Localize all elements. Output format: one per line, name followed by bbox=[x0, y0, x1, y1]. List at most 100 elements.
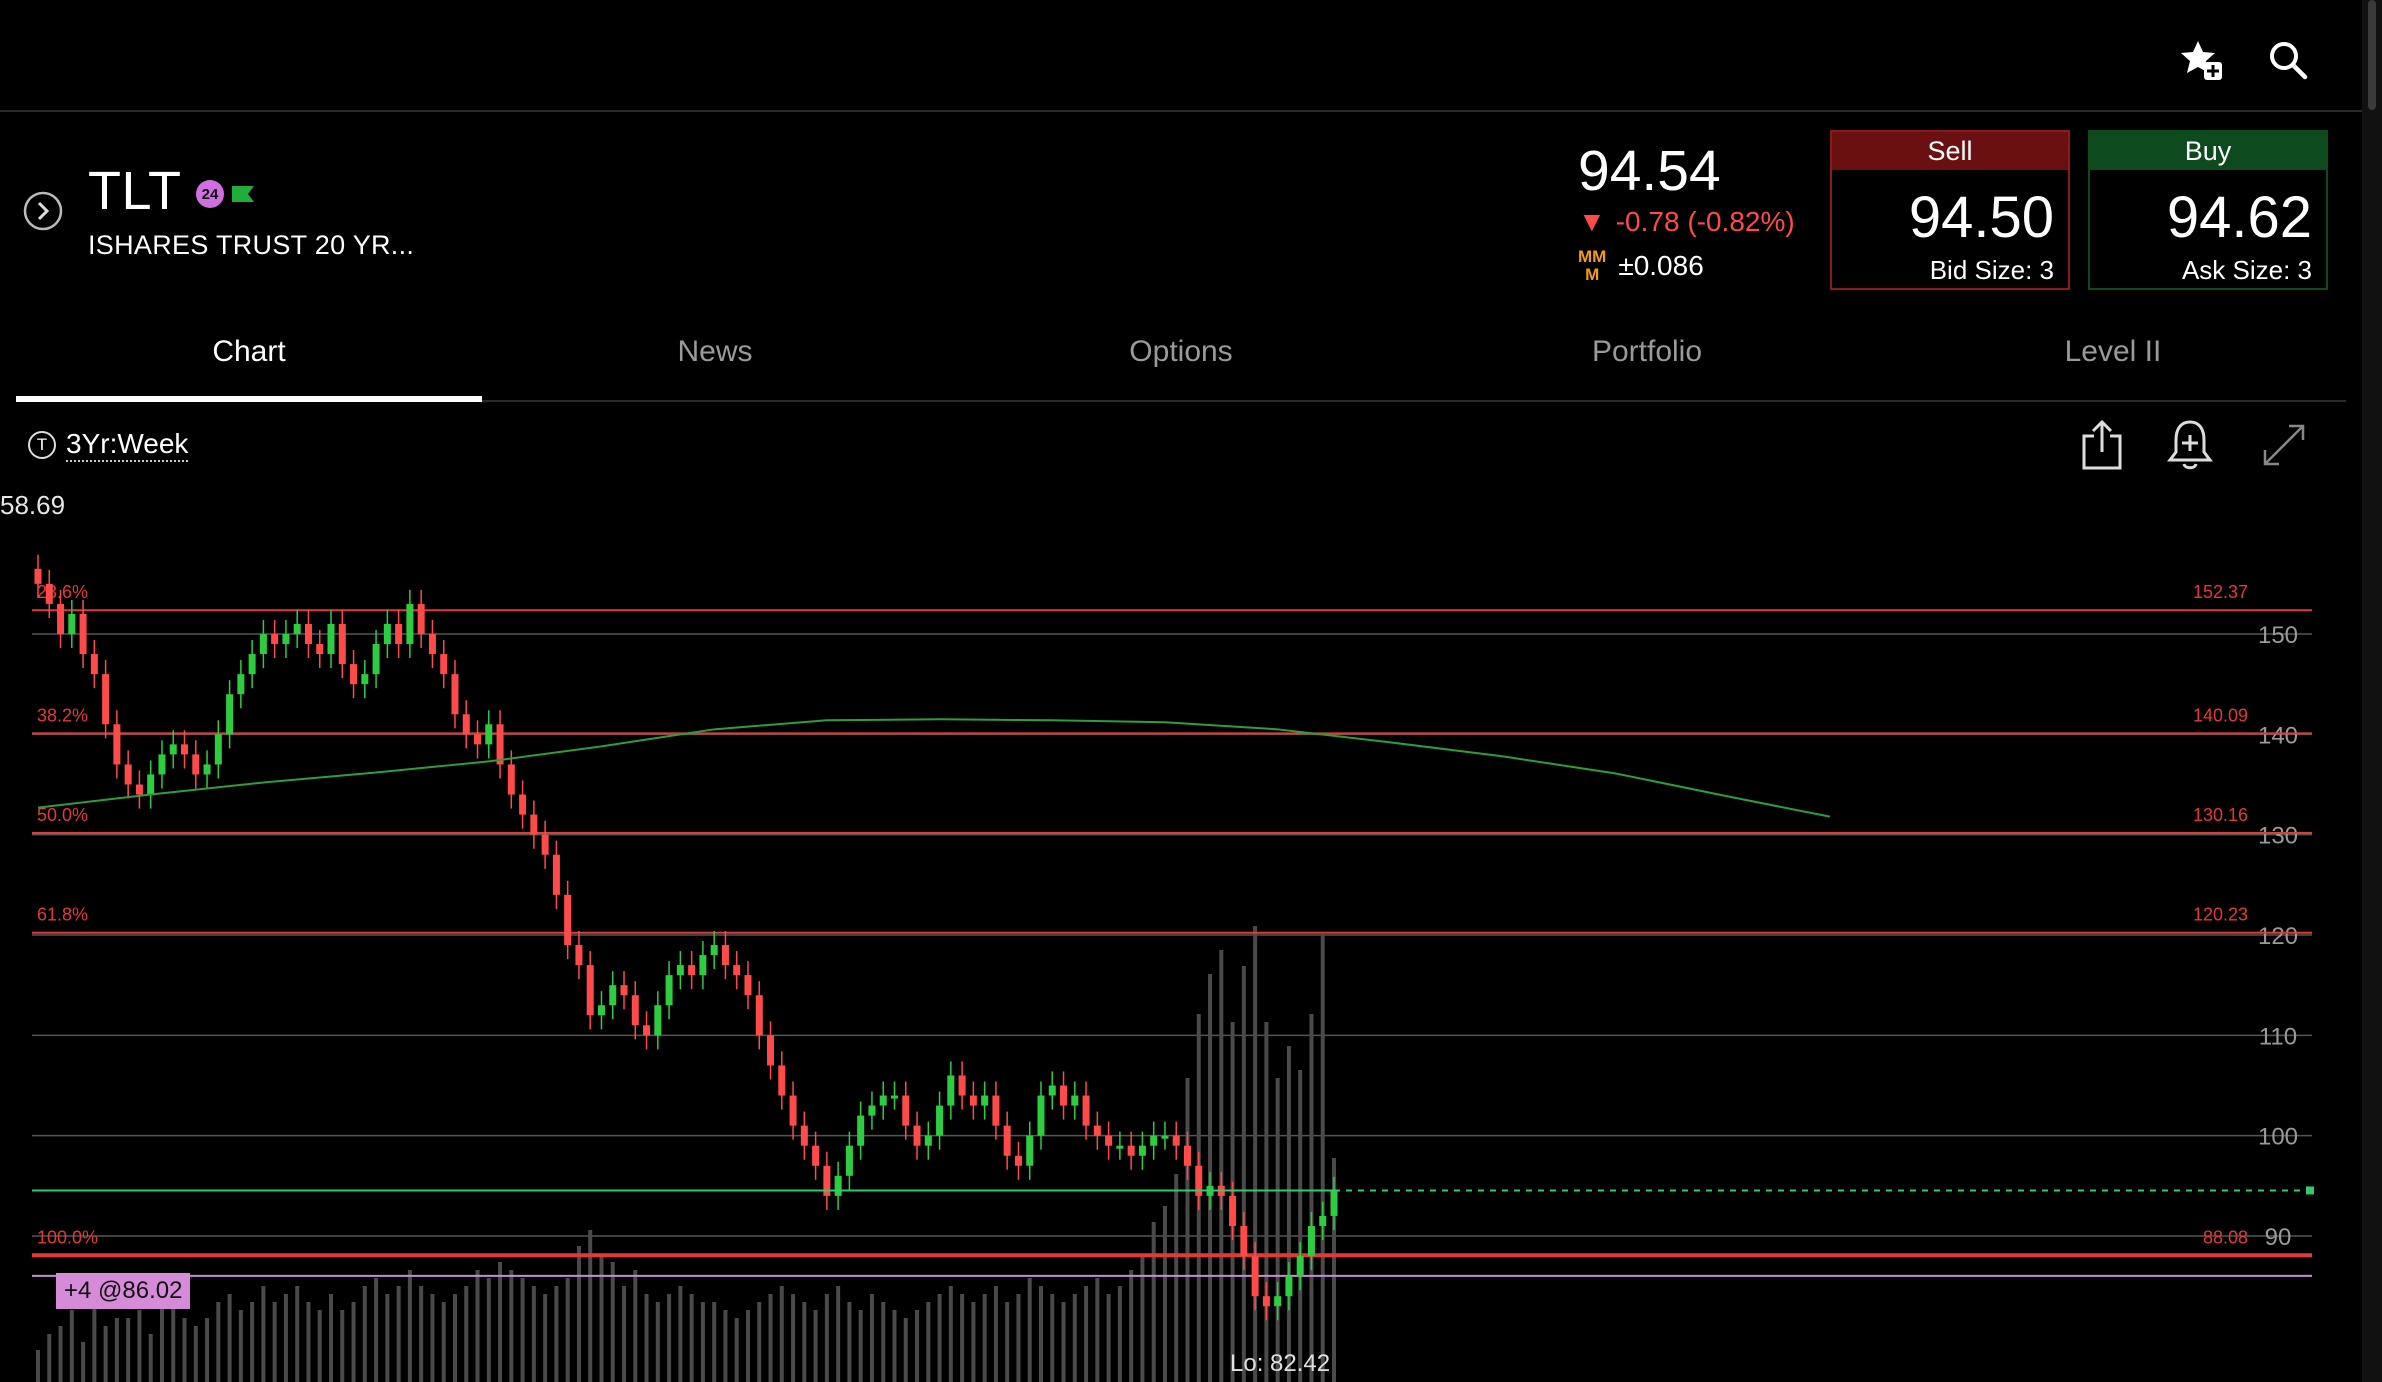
volume-bar bbox=[486, 1278, 491, 1382]
volume-bar bbox=[588, 1230, 593, 1382]
volume-bar bbox=[982, 1294, 987, 1382]
volume-bar bbox=[452, 1294, 457, 1382]
candle-body bbox=[969, 1095, 977, 1106]
candle-body bbox=[158, 754, 166, 775]
candle-body bbox=[1262, 1296, 1270, 1307]
y-tick-label: 140 bbox=[2258, 722, 2298, 749]
volume-bar bbox=[407, 1270, 412, 1382]
volume-bar bbox=[329, 1294, 334, 1382]
volume-bar bbox=[1151, 1222, 1156, 1382]
position-badge[interactable]: +4 @86.02 bbox=[56, 1273, 191, 1309]
candle-body bbox=[755, 995, 763, 1036]
volume-bar bbox=[791, 1294, 796, 1382]
candle-body bbox=[643, 1025, 651, 1036]
candle-body bbox=[699, 955, 707, 976]
volume-bar bbox=[1038, 1286, 1043, 1382]
volume-bar bbox=[362, 1286, 367, 1382]
fib-value-label: 88.08 bbox=[2203, 1227, 2248, 1247]
volume-bar bbox=[622, 1286, 627, 1382]
volume-bar bbox=[1061, 1302, 1066, 1382]
volume-bar bbox=[960, 1294, 965, 1382]
volume-bar bbox=[1162, 1206, 1167, 1382]
volume-bar bbox=[182, 1318, 187, 1382]
volume-bar bbox=[689, 1294, 694, 1382]
fib-percent-label: 100.0% bbox=[37, 1227, 98, 1247]
candle-body bbox=[552, 854, 560, 895]
volume-bar bbox=[36, 1350, 40, 1382]
candle-body bbox=[1048, 1085, 1056, 1096]
volume-bar bbox=[114, 1318, 119, 1382]
candle-body bbox=[1319, 1215, 1327, 1226]
volume-bar bbox=[69, 1310, 74, 1382]
volume-bar bbox=[1129, 1270, 1134, 1382]
volume-bar bbox=[396, 1286, 401, 1382]
candle-body bbox=[1127, 1145, 1135, 1156]
volume-bar bbox=[1298, 1070, 1303, 1382]
scrollbar-thumb[interactable] bbox=[2368, 0, 2376, 110]
candle-body bbox=[57, 603, 65, 634]
candle-body bbox=[1093, 1125, 1101, 1136]
candle-body bbox=[113, 724, 121, 765]
candle-body bbox=[440, 654, 448, 675]
candle-body bbox=[395, 623, 403, 645]
candle-body bbox=[834, 1175, 842, 1196]
volume-bar bbox=[779, 1286, 784, 1382]
candle-body bbox=[564, 894, 572, 946]
fib-percent-label: 23.6% bbox=[37, 582, 88, 602]
price-chart[interactable]: 150 140 130 120 110 100 90 23.6% 152.37 38.2% 140.… bbox=[0, 0, 2362, 1382]
volume-bar bbox=[340, 1310, 345, 1382]
volume-bar bbox=[1241, 966, 1246, 1382]
volume-bar bbox=[576, 1246, 581, 1382]
candle-body bbox=[135, 784, 143, 795]
candle-body bbox=[1172, 1135, 1180, 1146]
candle-body bbox=[530, 814, 538, 835]
candle-body bbox=[428, 634, 436, 655]
candle-body bbox=[45, 583, 53, 604]
volume-bar bbox=[351, 1302, 356, 1382]
volume-bar bbox=[655, 1302, 660, 1382]
candle-body bbox=[1037, 1095, 1045, 1136]
candle-body bbox=[868, 1105, 876, 1116]
volume-bar bbox=[498, 1262, 503, 1382]
volume-bar bbox=[723, 1310, 728, 1382]
candle-body bbox=[90, 654, 98, 675]
candle-body bbox=[451, 674, 459, 715]
volume-bar bbox=[92, 1302, 97, 1382]
volume-bar bbox=[1050, 1294, 1055, 1382]
scrollbar[interactable] bbox=[2362, 0, 2382, 1382]
candle-body bbox=[350, 664, 358, 685]
volume-bar bbox=[712, 1302, 717, 1382]
volume-bar bbox=[419, 1286, 424, 1382]
fib-value-label: 120.23 bbox=[2193, 905, 2248, 925]
volume-bar bbox=[317, 1310, 322, 1382]
candle-body bbox=[169, 744, 177, 755]
volume-bar bbox=[306, 1302, 311, 1382]
candle-body bbox=[68, 613, 76, 634]
y-tick-label: 110 bbox=[2259, 1023, 2297, 1050]
volume-bar bbox=[667, 1294, 672, 1382]
volume-bar bbox=[937, 1294, 942, 1382]
volume-bar bbox=[1286, 1046, 1291, 1382]
candle-body bbox=[1116, 1145, 1124, 1149]
volume-bar bbox=[971, 1302, 976, 1382]
candle-body bbox=[1082, 1095, 1090, 1126]
volume-bar bbox=[1106, 1294, 1111, 1382]
candle-body bbox=[181, 744, 189, 755]
volume-bar bbox=[610, 1262, 615, 1382]
volume-bar bbox=[148, 1334, 153, 1382]
candle-body bbox=[575, 945, 583, 966]
volume-bar bbox=[283, 1294, 288, 1382]
candle-body bbox=[214, 734, 222, 765]
candle-body bbox=[462, 714, 470, 735]
volume-bar bbox=[531, 1286, 536, 1382]
volume-bar bbox=[836, 1286, 841, 1382]
candle-body bbox=[259, 634, 267, 655]
volume-bar bbox=[374, 1278, 379, 1382]
volume-bar bbox=[250, 1302, 255, 1382]
volume-bar bbox=[1095, 1278, 1100, 1382]
volume-bar bbox=[464, 1286, 469, 1382]
current-price-marker bbox=[2306, 1186, 2314, 1195]
volume-bar bbox=[1320, 934, 1325, 1382]
candle-body bbox=[203, 764, 211, 775]
volume-bar bbox=[757, 1302, 762, 1382]
